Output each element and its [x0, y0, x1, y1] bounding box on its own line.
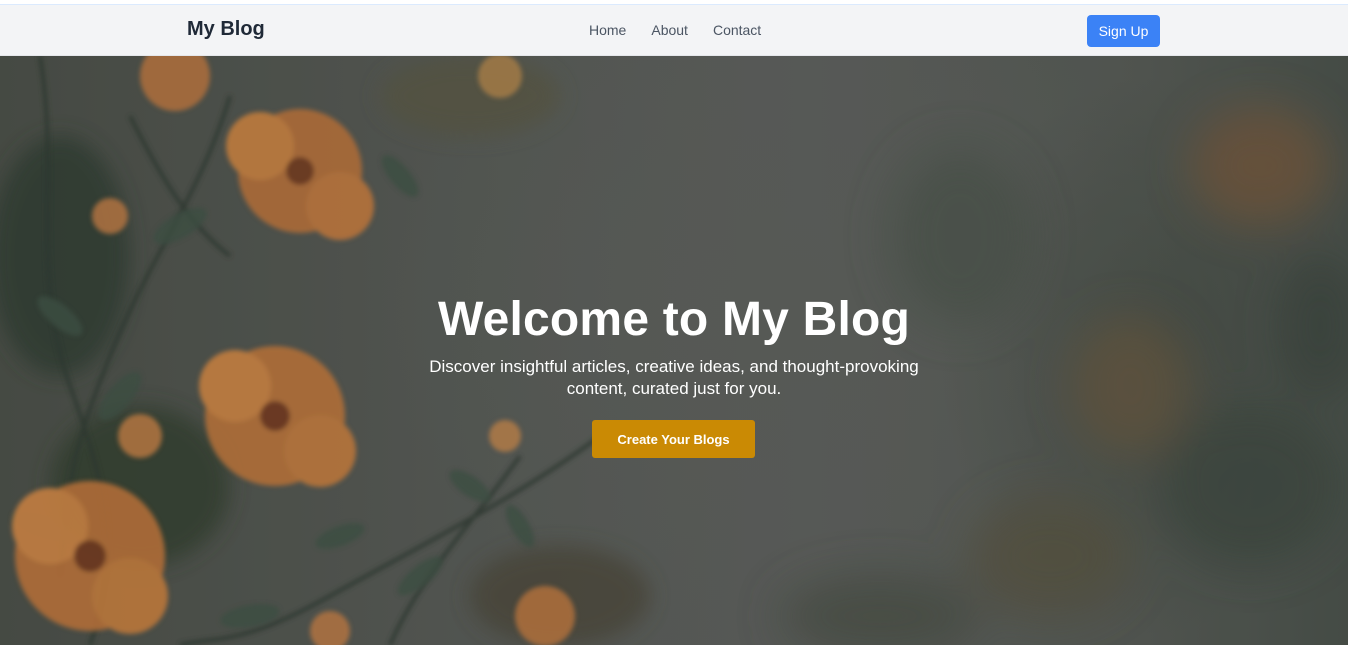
nav-link-about[interactable]: About: [651, 22, 688, 38]
hero-subtitle: Discover insightful articles, creative i…: [429, 357, 919, 398]
create-blogs-button[interactable]: Create Your Blogs: [592, 420, 755, 458]
hero-section: Welcome to My Blog Discover insightful a…: [0, 56, 1348, 645]
navbar: My Blog Home About Contact Sign Up: [0, 5, 1348, 56]
brand-logo[interactable]: My Blog: [187, 18, 265, 41]
nav-links: Home About Contact: [589, 22, 761, 38]
sign-up-button[interactable]: Sign Up: [1087, 15, 1160, 47]
nav-link-home[interactable]: Home: [589, 22, 626, 38]
hero-overlay: [0, 56, 1348, 645]
nav-link-contact[interactable]: Contact: [713, 22, 761, 38]
hero-title: Welcome to My Blog: [437, 293, 911, 346]
